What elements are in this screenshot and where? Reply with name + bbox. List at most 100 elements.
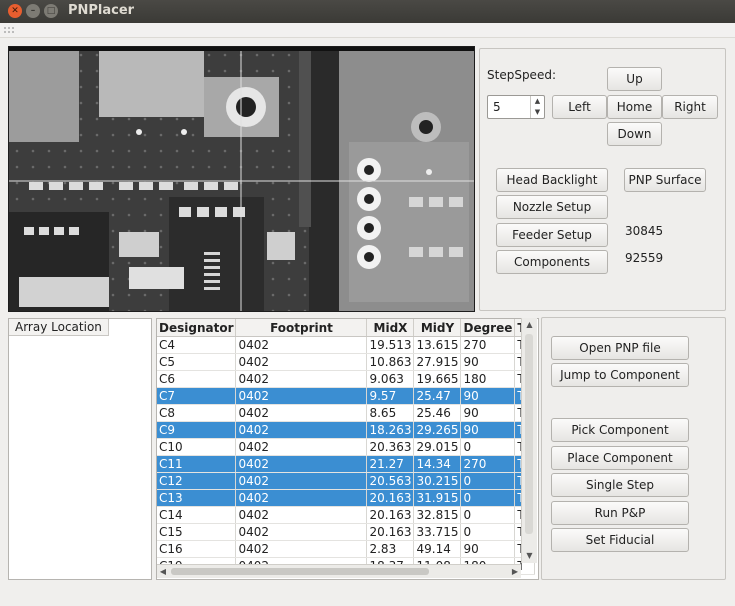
table-cell: 90 xyxy=(460,404,516,422)
table-cell: 20.363 xyxy=(366,438,415,456)
set-fiducial-button[interactable]: Set Fiducial xyxy=(551,528,689,552)
column-header[interactable]: Degree xyxy=(460,319,516,337)
nozzle-setup-button[interactable]: Nozzle Setup xyxy=(496,195,608,219)
pnp-surface-button[interactable]: PNP Surface xyxy=(624,168,706,192)
table-cell: 9.063 xyxy=(366,370,415,388)
table-row[interactable]: C1604022.8349.1490T xyxy=(157,540,536,558)
pick-component-button[interactable]: Pick Component xyxy=(551,418,689,442)
window-titlebar: ✕ – □ PNPlacer xyxy=(0,0,735,23)
place-component-button[interactable]: Place Component xyxy=(551,446,689,470)
scroll-up-icon[interactable]: ▲ xyxy=(522,319,537,331)
table-cell: C14 xyxy=(157,506,237,524)
scroll-right-icon[interactable]: ▶ xyxy=(509,565,521,578)
feeder-setup-button[interactable]: Feeder Setup xyxy=(496,223,608,247)
table-row[interactable]: C11040221.2714.34270T xyxy=(157,455,536,473)
open-pnp-file-button[interactable]: Open PNP file xyxy=(551,336,689,360)
table-cell: C10 xyxy=(157,438,237,456)
readout-1: 30845 xyxy=(625,224,664,238)
table-cell: 0402 xyxy=(235,455,368,473)
table-cell: 20.163 xyxy=(366,523,415,541)
hscroll-thumb[interactable] xyxy=(171,568,429,575)
table-row[interactable]: C704029.5725.4790T xyxy=(157,387,536,405)
table-row[interactable]: C5040210.86327.91590T xyxy=(157,353,536,371)
table-cell: 90 xyxy=(460,387,516,405)
table-cell: 10.863 xyxy=(366,353,415,371)
jog-down-button[interactable]: Down xyxy=(607,122,662,146)
spin-down-icon[interactable]: ▼ xyxy=(531,107,544,118)
spin-arrows[interactable]: ▲ ▼ xyxy=(530,96,544,118)
table-cell: C13 xyxy=(157,489,237,507)
table-cell: 20.163 xyxy=(366,506,415,524)
table-cell: 0402 xyxy=(235,421,368,439)
table-row[interactable]: C12040220.56330.2150T xyxy=(157,472,536,490)
table-cell: 0402 xyxy=(235,387,368,405)
window-title: PNPlacer xyxy=(68,3,135,18)
table-cell: 31.915 xyxy=(413,489,462,507)
column-header[interactable]: Footprint xyxy=(235,319,368,337)
table-cell: 13.615 xyxy=(413,336,462,354)
component-table[interactable]: DesignatorFootprintMidXMidYDegreeTo C404… xyxy=(156,318,539,580)
run-pnp-button[interactable]: Run P&P xyxy=(551,501,689,525)
close-icon[interactable]: ✕ xyxy=(8,4,22,18)
toolbar-grip-icon[interactable] xyxy=(3,26,15,34)
column-header[interactable]: MidY xyxy=(413,319,462,337)
table-cell: C5 xyxy=(157,353,237,371)
table-cell: 19.513 xyxy=(366,336,415,354)
table-row[interactable]: C9040218.26329.26590T xyxy=(157,421,536,439)
table-cell: 270 xyxy=(460,336,516,354)
table-cell: 20.163 xyxy=(366,489,415,507)
array-location-list[interactable]: Array Location xyxy=(8,318,152,580)
table-cell: 0402 xyxy=(235,336,368,354)
table-cell: C12 xyxy=(157,472,237,490)
table-cell: C16 xyxy=(157,540,237,558)
jog-up-button[interactable]: Up xyxy=(607,67,662,91)
column-header[interactable]: MidX xyxy=(366,319,415,337)
table-cell: 0402 xyxy=(235,353,368,371)
jog-right-button[interactable]: Right xyxy=(662,95,718,119)
table-cell: 30.215 xyxy=(413,472,462,490)
table-cell: 0402 xyxy=(235,506,368,524)
jump-to-component-button[interactable]: Jump to Component xyxy=(551,363,689,387)
single-step-button[interactable]: Single Step xyxy=(551,473,689,497)
components-button[interactable]: Components xyxy=(496,250,608,274)
scroll-thumb[interactable] xyxy=(525,334,533,534)
jog-left-button[interactable]: Left xyxy=(552,95,607,119)
table-cell: 8.65 xyxy=(366,404,415,422)
table-row[interactable]: C14040220.16332.8150T xyxy=(157,506,536,524)
array-location-header[interactable]: Array Location xyxy=(9,319,109,336)
table-cell: 0 xyxy=(460,472,516,490)
head-backlight-button[interactable]: Head Backlight xyxy=(496,168,608,192)
scroll-left-icon[interactable]: ◀ xyxy=(157,565,169,578)
table-cell: 25.47 xyxy=(413,387,462,405)
table-cell: C11 xyxy=(157,455,237,473)
table-row[interactable]: C4040219.51313.615270T xyxy=(157,336,536,354)
table-row[interactable]: C10040220.36329.0150T xyxy=(157,438,536,456)
maximize-icon[interactable]: □ xyxy=(44,4,58,18)
table-row[interactable]: C804028.6525.4690T xyxy=(157,404,536,422)
jog-home-button[interactable]: Home xyxy=(607,95,662,119)
toolbar-strip xyxy=(0,23,735,38)
table-cell: 90 xyxy=(460,353,516,371)
table-cell: 0402 xyxy=(235,438,368,456)
camera-view[interactable] xyxy=(8,46,475,312)
column-header[interactable]: Designator xyxy=(157,319,237,337)
component-grid: DesignatorFootprintMidXMidYDegreeTo C404… xyxy=(157,319,536,575)
table-row[interactable]: C13040220.16331.9150T xyxy=(157,489,536,507)
spin-up-icon[interactable]: ▲ xyxy=(531,96,544,107)
table-cell: 14.34 xyxy=(413,455,462,473)
table-cell: 32.815 xyxy=(413,506,462,524)
table-vertical-scrollbar[interactable]: ▲ ▼ xyxy=(521,318,537,563)
minimize-icon[interactable]: – xyxy=(26,4,40,18)
camera-image xyxy=(9,47,474,311)
table-row[interactable]: C15040220.16333.7150T xyxy=(157,523,536,541)
table-cell: 0402 xyxy=(235,540,368,558)
table-cell: 90 xyxy=(460,540,516,558)
step-speed-spinbox[interactable]: 5 ▲ ▼ xyxy=(487,95,545,119)
table-horizontal-scrollbar[interactable]: ◀ ▶ xyxy=(157,564,521,578)
table-cell: 33.715 xyxy=(413,523,462,541)
table-cell: 21.27 xyxy=(366,455,415,473)
scroll-down-icon[interactable]: ▼ xyxy=(522,550,537,562)
table-row[interactable]: C604029.06319.665180T xyxy=(157,370,536,388)
table-cell: C9 xyxy=(157,421,237,439)
table-cell: 0 xyxy=(460,506,516,524)
